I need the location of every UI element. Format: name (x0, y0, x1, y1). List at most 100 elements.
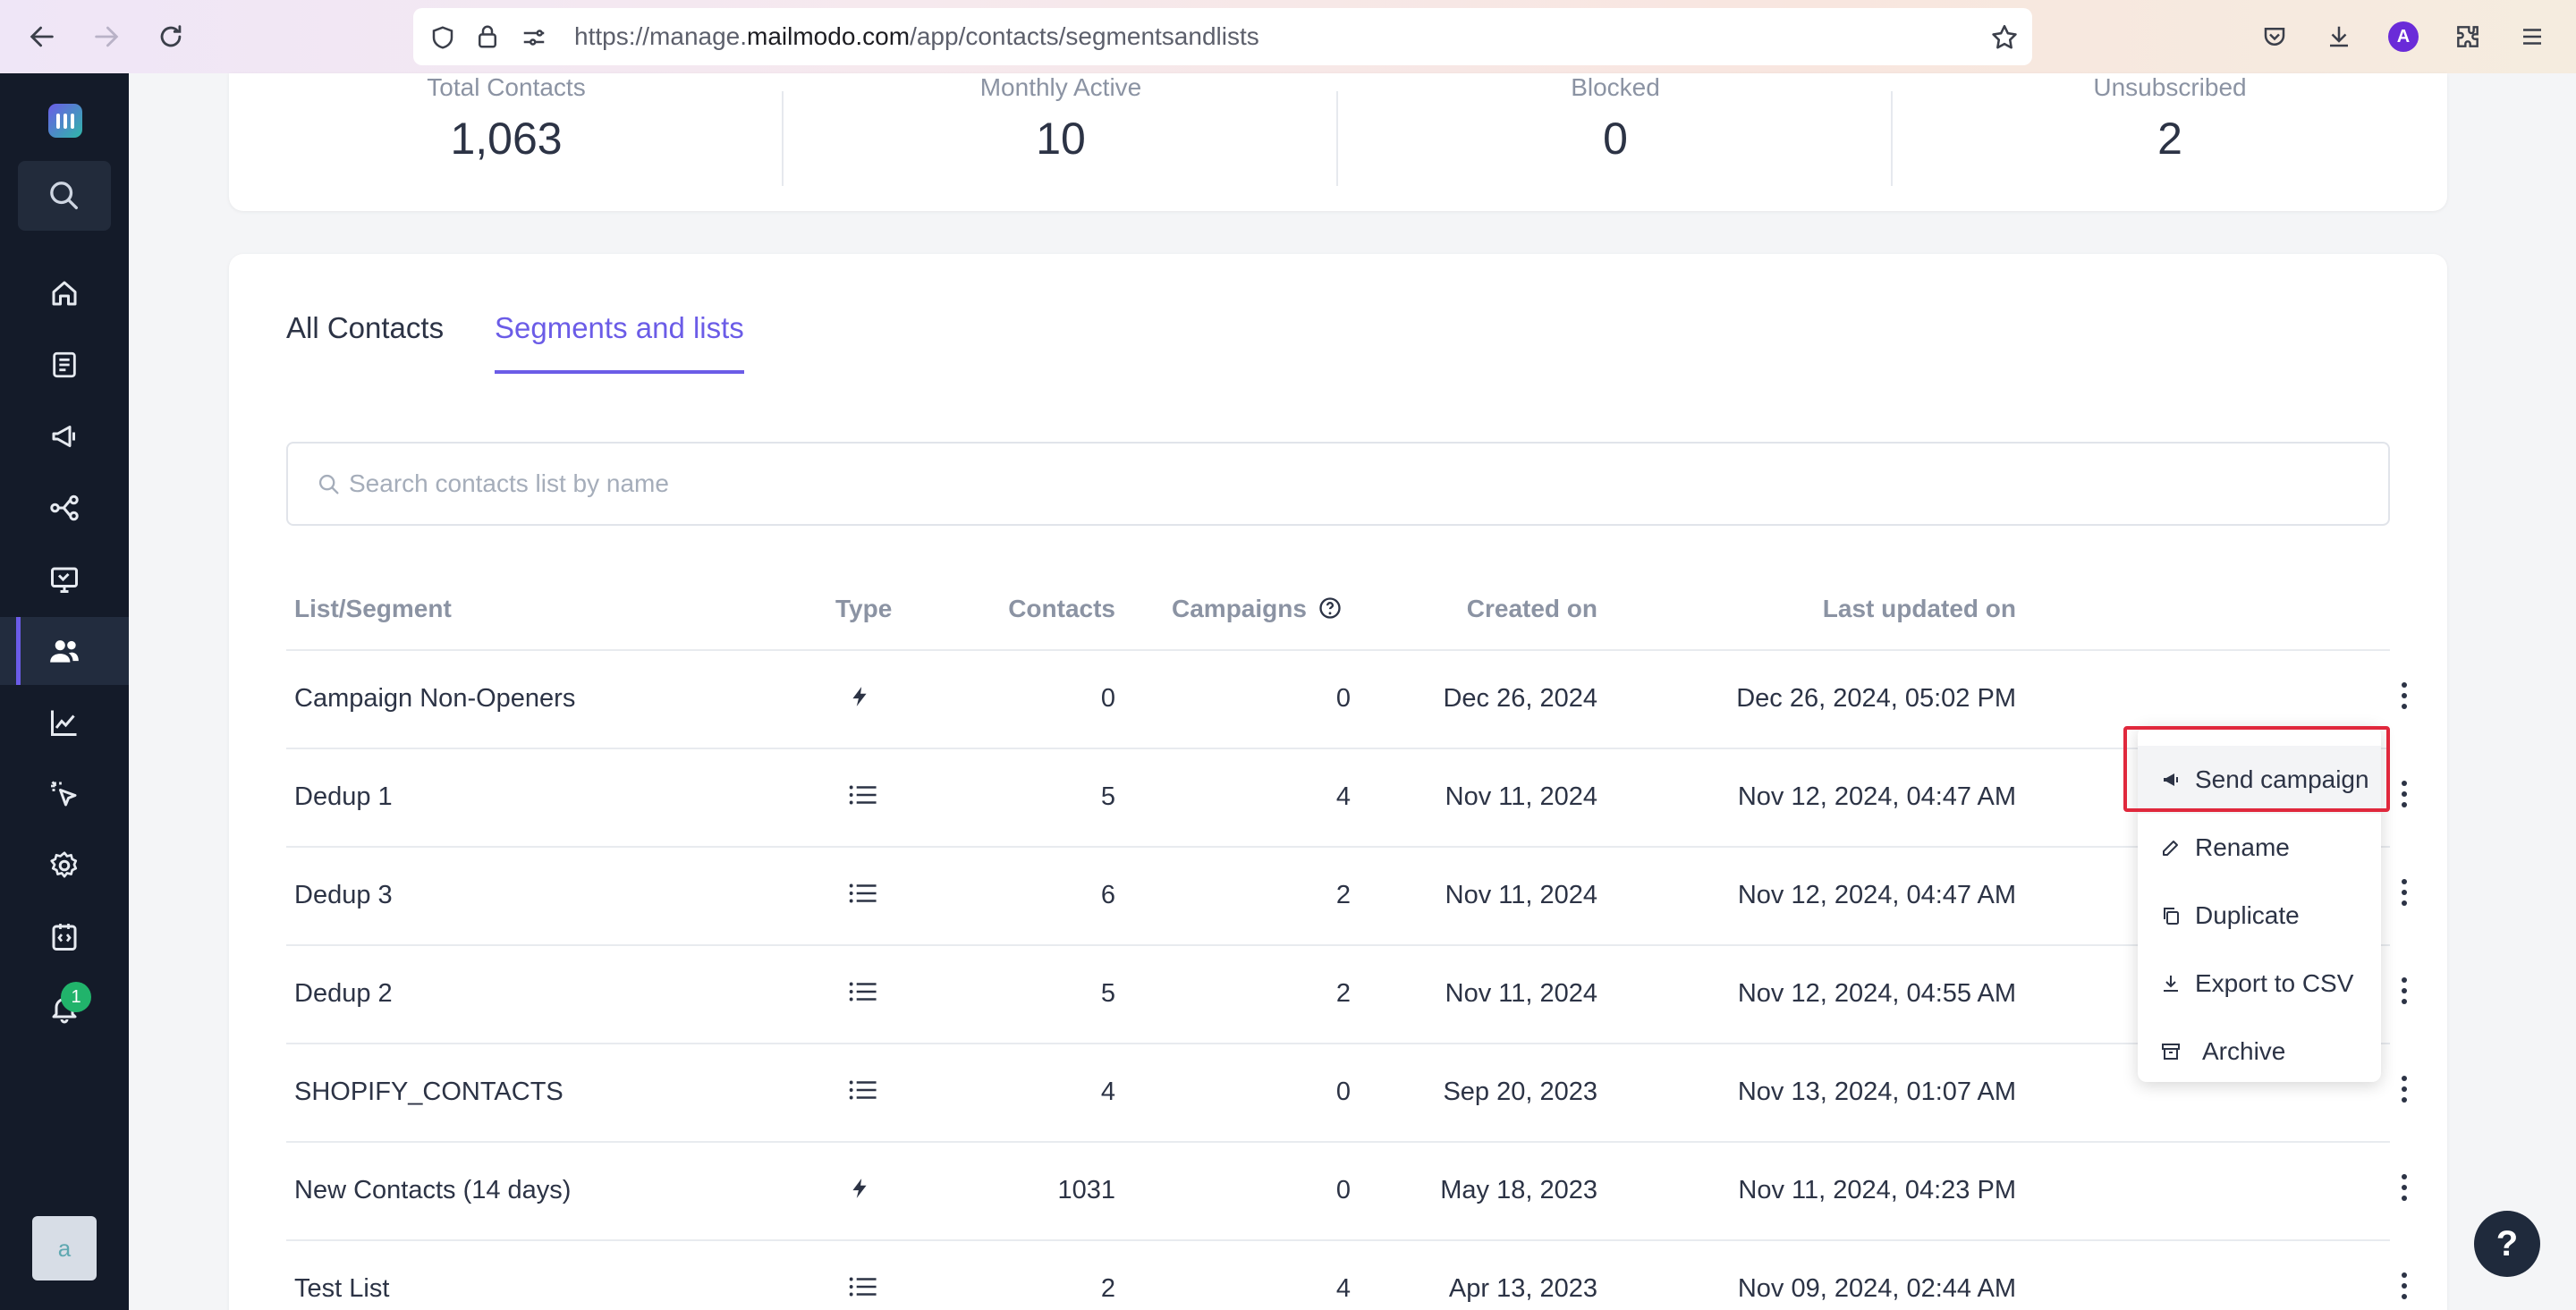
more-options-icon[interactable] (2399, 1174, 2410, 1206)
table-row[interactable]: SHOPIFY_CONTACTS 4 0 Sep 20, 2023 Nov 13, 20… (286, 1043, 2407, 1141)
lock-icon (479, 25, 496, 48)
row-name[interactable]: SHOPIFY_CONTACTS (294, 1044, 564, 1139)
help-circle-icon[interactable] (1318, 596, 1343, 621)
more-options-icon[interactable] (2399, 1076, 2410, 1108)
stat-label: Unsubscribed (2093, 73, 2247, 101)
extensions-button[interactable] (2447, 16, 2488, 57)
row-name[interactable]: Dedup 3 (294, 848, 393, 942)
hamburger-icon (2523, 29, 2541, 45)
more-options-icon[interactable] (2399, 781, 2410, 813)
archive-icon (2159, 1040, 2182, 1063)
row-created-on: Apr 13, 2023 (1448, 1274, 1597, 1303)
browser-toolbar: https://manage.mailmodo.com/app/contacts… (0, 0, 2576, 73)
row-campaigns: 0 (1335, 1078, 1351, 1106)
menu-button[interactable] (2512, 16, 2553, 57)
bookmark-star-icon[interactable] (1989, 22, 2020, 53)
sidebar-item-templates[interactable] (0, 331, 129, 399)
menu-item-label: Export to CSV (2195, 969, 2354, 997)
list-icon (848, 782, 878, 808)
menu-item-export-csv[interactable]: Export to CSV (2138, 950, 2381, 1018)
more-options-icon[interactable] (2399, 977, 2410, 1010)
sidebar-item-tracking[interactable] (0, 760, 129, 828)
row-contacts: 6 (1100, 881, 1115, 909)
row-updated-on: Nov 12, 2024, 04:47 AM (1737, 881, 2016, 909)
table-row[interactable]: Test List 2 4 Apr 13, 2023 Nov 09, 2024, 02:… (286, 1239, 2407, 1310)
table-row[interactable]: Dedup 1 5 4 Nov 11, 2024 Nov 12, 2024, 04:47… (286, 748, 2407, 846)
row-name[interactable]: Dedup 1 (294, 749, 393, 844)
row-created-on: Nov 11, 2024 (1445, 782, 1597, 811)
downloads-button[interactable] (2318, 16, 2360, 57)
sidebar-search-button[interactable] (18, 161, 111, 231)
row-campaigns: 2 (1335, 881, 1351, 909)
row-contacts: 5 (1100, 782, 1115, 811)
cursor-click-icon (51, 781, 77, 807)
stat-label: Total Contacts (427, 73, 586, 101)
row-campaigns: 4 (1335, 1274, 1351, 1303)
back-button[interactable] (20, 14, 64, 59)
list-icon (848, 1273, 878, 1300)
profile-button[interactable]: A (2383, 16, 2424, 57)
column-header-updated[interactable]: Last updated on (1750, 595, 2016, 623)
table-row[interactable]: Dedup 3 6 2 Nov 11, 2024 Nov 12, 2024, 04:47… (286, 846, 2407, 944)
search-icon (318, 474, 339, 494)
segments-lists-card: All Contacts Segments and lists Search c… (229, 254, 2447, 1310)
stat-blocked: Blocked 0 (1338, 73, 1893, 211)
row-contacts: 0 (1100, 684, 1115, 713)
row-contacts: 1031 (1057, 1176, 1115, 1204)
row-created-on: Nov 11, 2024 (1445, 881, 1597, 909)
address-bar[interactable]: https://manage.mailmodo.com/app/contacts… (413, 8, 2032, 65)
menu-item-rename[interactable]: Rename (2138, 814, 2381, 882)
user-avatar[interactable]: a (32, 1216, 97, 1280)
download-icon (2159, 972, 2182, 995)
more-options-icon[interactable] (2399, 879, 2410, 911)
column-header-type[interactable]: Type (835, 595, 892, 623)
download-icon (2330, 26, 2348, 47)
row-name[interactable]: Dedup 2 (294, 946, 393, 1041)
row-name[interactable]: Campaign Non-Openers (294, 651, 575, 746)
pocket-button[interactable] (2254, 16, 2295, 57)
stat-unsubscribed: Unsubscribed 2 (1893, 73, 2447, 211)
document-icon (53, 351, 76, 378)
more-options-icon[interactable] (2399, 682, 2410, 714)
url-text[interactable]: https://manage.mailmodo.com/app/contacts… (574, 8, 1259, 65)
row-campaigns: 0 (1335, 684, 1351, 713)
row-updated-on: Dec 26, 2024, 05:02 PM (1736, 684, 2016, 713)
profile-avatar: A (2388, 21, 2419, 52)
reload-icon (160, 25, 182, 47)
table-row[interactable]: New Contacts (14 days) 1031 0 May 18, 2023 N… (286, 1141, 2407, 1239)
help-button[interactable]: ? (2474, 1211, 2540, 1277)
forward-button[interactable] (84, 14, 129, 59)
column-header-campaigns[interactable]: Campaigns (1172, 595, 1343, 623)
menu-item-archive[interactable]: Archive (2138, 1018, 2381, 1086)
row-campaigns: 4 (1335, 782, 1351, 811)
mailmodo-logo[interactable] (48, 104, 82, 138)
reload-button[interactable] (148, 14, 193, 59)
search-input[interactable]: Search contacts list by name (286, 442, 2390, 526)
column-header-contacts[interactable]: Contacts (945, 595, 1115, 623)
table-row[interactable]: Campaign Non-Openers 0 0 Dec 26, 2024 Dec 26… (286, 649, 2407, 748)
sidebar-item-forms[interactable] (0, 545, 129, 613)
sidebar-item-analytics[interactable] (0, 689, 129, 756)
row-name[interactable]: New Contacts (14 days) (294, 1143, 571, 1238)
tab-all-contacts[interactable]: All Contacts (286, 311, 444, 374)
sidebar-item-journeys[interactable] (0, 474, 129, 542)
sidebar-item-campaigns[interactable] (0, 402, 129, 470)
list-icon (848, 1077, 878, 1103)
stat-value: 0 (1603, 114, 1628, 164)
search-icon (50, 182, 79, 209)
sidebar-item-integrations[interactable] (0, 903, 129, 971)
table-row[interactable]: Dedup 2 5 2 Nov 11, 2024 Nov 12, 2024, 04:55… (286, 944, 2407, 1043)
sidebar-item-home[interactable] (0, 259, 129, 327)
sidebar-item-notifications[interactable] (0, 975, 129, 1043)
pencil-icon (2159, 836, 2182, 859)
sidebar-item-contacts[interactable] (0, 617, 129, 685)
more-options-icon[interactable] (2399, 1272, 2410, 1305)
users-icon (50, 640, 79, 663)
column-header-created[interactable]: Created on (1419, 595, 1597, 623)
column-header-name[interactable]: List/Segment (294, 595, 452, 623)
row-name[interactable]: Test List (294, 1241, 389, 1310)
column-header-campaigns-label: Campaigns (1172, 595, 1307, 622)
sidebar-item-settings[interactable] (0, 832, 129, 900)
tab-segments-and-lists[interactable]: Segments and lists (495, 311, 744, 374)
menu-item-duplicate[interactable]: Duplicate (2138, 882, 2381, 950)
